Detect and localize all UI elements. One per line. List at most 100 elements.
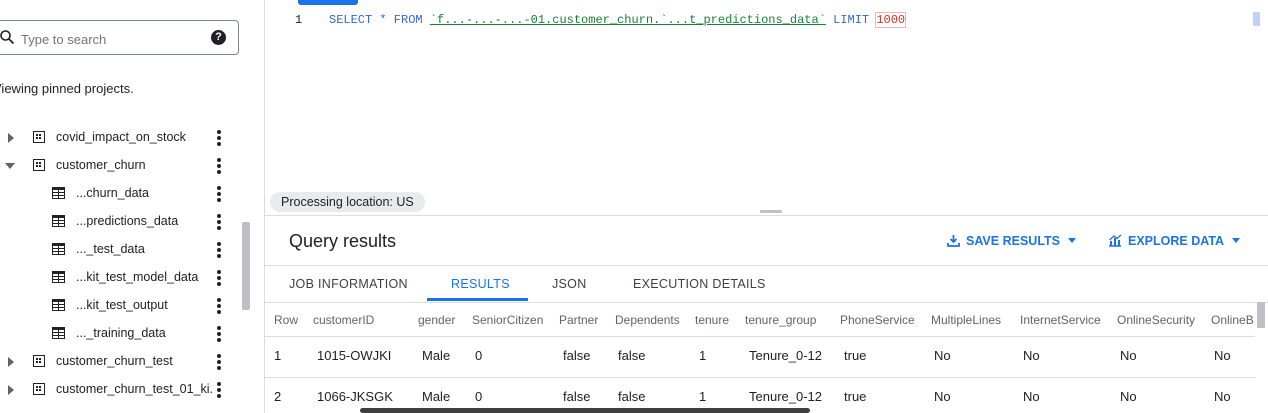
table-cell: 1015-OWJKI	[317, 348, 392, 363]
sql-editor[interactable]: 1 SELECT * FROM `f...-...-...-01.custome…	[265, 0, 1268, 188]
tree-item-table[interactable]: ...predictions_data	[0, 208, 240, 236]
tree-item-label: customer_churn_test	[56, 354, 173, 368]
expand-caret-icon[interactable]	[8, 357, 14, 367]
dataset-icon	[33, 159, 45, 171]
column-header[interactable]: OnlineB	[1211, 313, 1254, 327]
column-header[interactable]: customerID	[313, 313, 374, 327]
table-cell: false	[618, 348, 646, 363]
more-vert-icon[interactable]	[217, 270, 221, 286]
table-icon	[52, 215, 65, 227]
results-vertical-scrollbar[interactable]	[1257, 302, 1265, 328]
results-horizontal-scrollbar[interactable]	[360, 408, 810, 413]
more-vert-icon[interactable]	[217, 130, 221, 146]
expand-caret-icon[interactable]	[8, 133, 14, 143]
chart-icon	[1109, 234, 1122, 247]
search-box[interactable]: ?	[0, 20, 239, 55]
table-cell: true	[844, 389, 867, 404]
tree-item-label: covid_impact_on_stock	[56, 130, 186, 144]
more-vert-icon[interactable]	[217, 242, 221, 258]
results-table: Row customerID gender SeniorCitizen Part…	[265, 302, 1255, 413]
tree-item-label: ...churn_data	[76, 186, 149, 200]
more-vert-icon[interactable]	[217, 298, 221, 314]
table-icon	[52, 327, 65, 339]
tree-item-table[interactable]: ..._test_data	[0, 236, 240, 264]
sql-table-reference[interactable]: `f...-...-...-01.customer_churn.`...t_pr…	[430, 13, 826, 27]
column-header[interactable]: SeniorCitizen	[472, 313, 543, 327]
tree-item-label: ...kit_test_model_data	[76, 270, 199, 284]
tree-item-table[interactable]: ...kit_test_model_data	[0, 264, 240, 292]
tree-item-table[interactable]: ...churn_data	[0, 180, 240, 208]
help-icon[interactable]: ?	[211, 30, 226, 45]
tab-results[interactable]: RESULTS	[451, 277, 510, 291]
tree-item-label: ...kit_test_output	[76, 298, 168, 312]
tree-item-table[interactable]: ...kit_test_output	[0, 292, 240, 320]
sql-number: 1000	[875, 12, 907, 28]
explore-data-button[interactable]: EXPLORE DATA	[1108, 234, 1241, 248]
explorer-scrollbar[interactable]	[242, 222, 250, 310]
table-cell: No	[934, 389, 951, 404]
table-cell: Male	[422, 348, 451, 363]
table-cell: No	[934, 348, 951, 363]
collapse-caret-icon[interactable]	[5, 163, 15, 169]
tree-item-dataset[interactable]: customer_churn	[0, 152, 240, 180]
table-icon	[52, 299, 65, 311]
column-header[interactable]: gender	[418, 313, 455, 327]
download-icon	[947, 235, 960, 247]
run-button[interactable]	[298, 0, 358, 5]
tab-job-information[interactable]: JOB INFORMATION	[289, 277, 408, 291]
tree-item-label: customer_churn_test_01_ki...	[56, 382, 214, 396]
table-cell: true	[844, 348, 867, 363]
search-input[interactable]	[19, 27, 193, 51]
table-cell: false	[618, 389, 646, 404]
dropdown-arrow-icon	[1232, 238, 1241, 243]
tree-item-label: ..._test_data	[76, 242, 145, 256]
more-vert-icon[interactable]	[217, 354, 221, 370]
table-cell: 1	[699, 389, 707, 404]
tab-execution-details[interactable]: EXECUTION DETAILS	[633, 277, 766, 291]
column-header[interactable]: tenure_group	[745, 313, 816, 327]
tree-item-dataset[interactable]: covid_impact_on_stock	[0, 124, 240, 152]
sql-code-line[interactable]: SELECT * FROM `f...-...-...-01.customer_…	[329, 12, 907, 28]
table-cell: Male	[422, 389, 451, 404]
more-vert-icon[interactable]	[217, 186, 221, 202]
resource-tree: covid_impact_on_stock customer_churn ...…	[0, 124, 240, 404]
table-cell: No	[1120, 389, 1137, 404]
more-vert-icon[interactable]	[217, 158, 221, 174]
column-header[interactable]: MultipleLines	[931, 313, 1001, 327]
column-header[interactable]: Dependents	[615, 313, 680, 327]
tree-item-dataset[interactable]: customer_churn_test_01_ki...	[0, 376, 240, 404]
table-cell: No	[1023, 348, 1040, 363]
line-number: 1	[295, 13, 303, 27]
column-header[interactable]: OnlineSecurity	[1117, 313, 1195, 327]
table-cell: 1066-JKSGK	[317, 389, 393, 404]
table-cell: No	[1120, 348, 1137, 363]
table-cell: false	[563, 348, 591, 363]
table-cell: 1	[699, 348, 707, 363]
column-header[interactable]: InternetService	[1020, 313, 1101, 327]
column-header[interactable]: tenure	[695, 313, 729, 327]
resize-handle[interactable]	[760, 210, 782, 213]
save-results-button[interactable]: SAVE RESULTS	[947, 234, 1076, 248]
tree-item-table[interactable]: ..._training_data	[0, 320, 240, 348]
tab-json[interactable]: JSON	[552, 277, 587, 291]
table-cell: 0	[475, 348, 483, 363]
divider	[265, 215, 1268, 216]
column-header[interactable]: Row	[274, 313, 298, 327]
dataset-icon	[33, 131, 45, 143]
table-icon	[52, 187, 65, 199]
more-vert-icon[interactable]	[217, 326, 221, 342]
row-divider	[265, 377, 1255, 378]
expand-caret-icon[interactable]	[8, 385, 14, 395]
editor-scrollbar[interactable]	[1253, 12, 1260, 26]
dataset-icon	[33, 383, 45, 395]
table-cell: No	[1214, 389, 1231, 404]
tree-item-dataset[interactable]: customer_churn_test	[0, 348, 240, 376]
table-cell: No	[1214, 348, 1231, 363]
save-results-label: SAVE RESULTS	[966, 234, 1060, 248]
more-vert-icon[interactable]	[217, 214, 221, 230]
pinned-projects-text: Viewing pinned projects.	[0, 81, 134, 96]
column-header[interactable]: PhoneService	[840, 313, 915, 327]
more-vert-icon[interactable]	[217, 382, 221, 398]
column-header[interactable]: Partner	[559, 313, 598, 327]
search-icon	[0, 30, 15, 45]
